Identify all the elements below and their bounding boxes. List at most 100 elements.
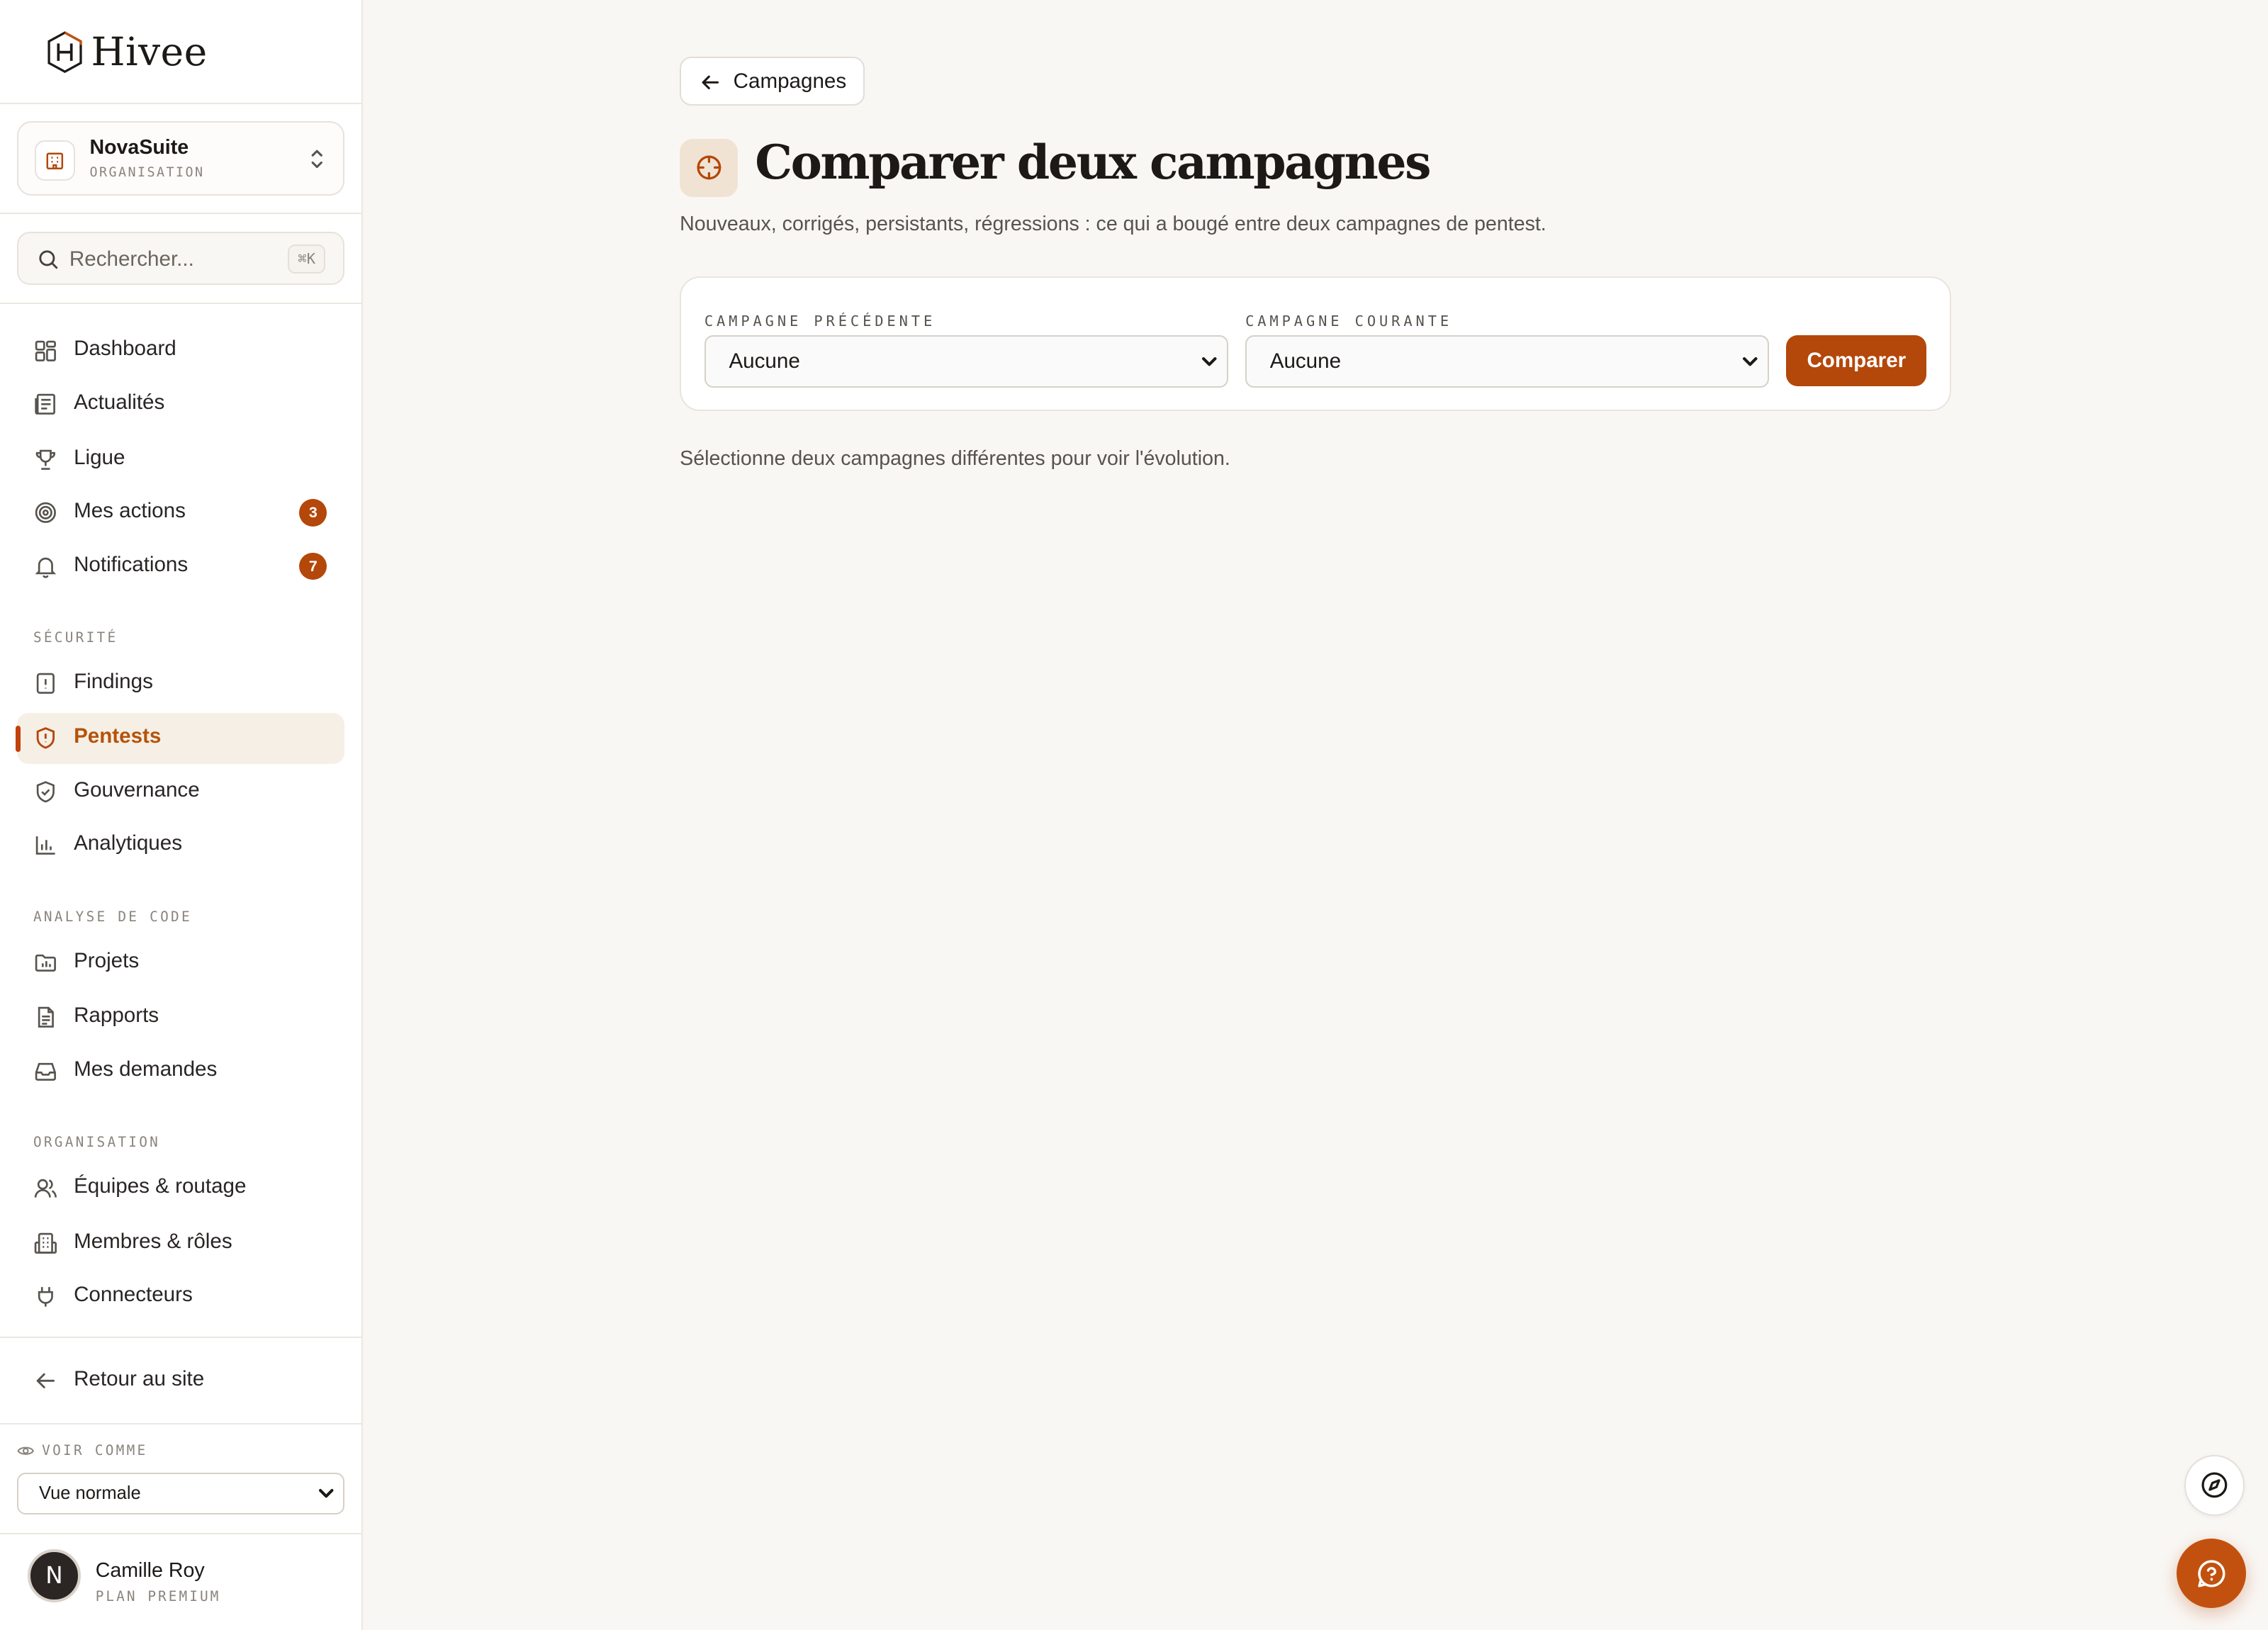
count-badge: 7 [299, 552, 327, 580]
sidebar-item-label: Rapports [74, 1004, 159, 1028]
section-label-organisation: ORGANISATION [33, 1133, 161, 1150]
folder-chart-icon [35, 954, 56, 972]
count-badge: 3 [299, 499, 327, 527]
compass-button[interactable] [2184, 1455, 2245, 1516]
current-campaign-select[interactable]: Aucune [1245, 335, 1769, 388]
newspaper-icon [35, 393, 55, 415]
shortcut-hint: ⌘K [288, 244, 326, 274]
building-icon [34, 1232, 57, 1254]
crosshair-icon [680, 138, 738, 197]
divider [0, 102, 362, 104]
users-icon [34, 1179, 57, 1198]
help-chat-button[interactable] [2177, 1539, 2247, 1609]
shield-check-icon [36, 781, 55, 803]
section-label-analyse-de-code: ANALYSE DE CODE [33, 908, 192, 925]
hexagon-h-logo-icon [47, 31, 82, 73]
sidebar-item-label: Mes actions [74, 499, 186, 523]
active-indicator [16, 726, 21, 753]
search-icon [39, 250, 58, 269]
sidebar-item-mes-actions[interactable]: Mes actions 3 [17, 488, 344, 538]
user-name: Camille Roy [95, 1558, 205, 1582]
arrow-left-icon [702, 75, 719, 89]
sidebar-item-label: Connecteurs [74, 1283, 193, 1307]
target-icon [35, 502, 56, 524]
sidebar-item-label: Findings [74, 669, 153, 693]
view-as-select[interactable]: Vue normale [17, 1472, 344, 1514]
sidebar-item-actualites[interactable]: Actualités [17, 379, 344, 429]
sidebar-item-label: Projets [74, 948, 140, 972]
plug-icon [38, 1287, 53, 1307]
compare-form-card: CAMPAGNE PRÉCÉDENTE Aucune CAMPAGNE COUR… [680, 276, 1952, 411]
shield-alert-icon [36, 727, 55, 749]
compare-button[interactable]: Comparer [1786, 335, 1927, 386]
divider [0, 1336, 362, 1338]
sidebar-item-label: Notifications [74, 552, 189, 576]
chevron-down-icon [1201, 356, 1217, 366]
sidebar-item-mes-demandes[interactable]: Mes demandes [17, 1045, 344, 1096]
avatar[interactable]: N [27, 1548, 82, 1603]
sidebar-item-connecteurs[interactable]: Connecteurs [17, 1271, 344, 1322]
brand-name: Hivee [91, 29, 208, 75]
arrow-left-icon [36, 1373, 55, 1388]
org-name: NovaSuite [89, 135, 189, 159]
sidebar-item-label: Équipes & routage [74, 1174, 247, 1198]
sidebar-item-notifications[interactable]: Notifications 7 [17, 541, 344, 591]
eye-icon [17, 1446, 35, 1455]
previous-campaign-select[interactable]: Aucune [704, 335, 1228, 388]
bell-icon [35, 557, 57, 578]
building-icon [34, 140, 76, 181]
search-placeholder: Rechercher... [69, 247, 194, 271]
sidebar: Hivee NovaSuite ORGANISATION Rechercher.… [0, 0, 364, 1630]
view-as-value: Vue normale [39, 1483, 141, 1503]
chevron-down-icon [319, 1488, 334, 1498]
divider [0, 1423, 362, 1425]
sidebar-item-rapports[interactable]: Rapports [17, 992, 344, 1042]
divider [0, 212, 362, 215]
trophy-icon [35, 449, 55, 470]
back-to-site-link[interactable]: Retour au site [17, 1355, 344, 1405]
sidebar-item-projets[interactable]: Projets [17, 937, 344, 987]
previous-campaign-label: CAMPAGNE PRÉCÉDENTE [704, 312, 936, 330]
organisation-switcher[interactable]: NovaSuite ORGANISATION [17, 121, 344, 196]
divider [0, 1533, 362, 1535]
empty-state-message: Sélectionne deux campagnes différentes p… [680, 446, 1230, 470]
sidebar-item-analytiques[interactable]: Analytiques [17, 820, 344, 870]
page-title: Comparer deux campagnes [755, 134, 1431, 190]
page-subtitle: Nouveaux, corrigés, persistants, régress… [680, 212, 1546, 235]
user-plan: PLAN PREMIUM [95, 1587, 221, 1604]
sidebar-item-equipes-routage[interactable]: Équipes & routage [17, 1163, 344, 1213]
org-type: ORGANISATION [89, 164, 205, 180]
chevron-up-down-icon [311, 150, 322, 169]
alert-file-icon [36, 673, 55, 694]
back-button-label: Campagnes [733, 69, 847, 93]
sidebar-item-label: Mes demandes [74, 1057, 218, 1081]
sidebar-item-label: Membres & rôles [74, 1229, 232, 1253]
bar-chart-icon [35, 836, 55, 855]
sidebar-item-gouvernance[interactable]: Gouvernance [17, 767, 344, 817]
sidebar-item-label: Pentests [74, 724, 162, 748]
sidebar-item-membres-roles[interactable]: Membres & rôles [17, 1218, 344, 1268]
view-as-text: VOIR COMME [42, 1442, 148, 1459]
current-campaign-value: Aucune [1269, 349, 1342, 373]
sidebar-item-dashboard[interactable]: Dashboard [17, 325, 344, 376]
sidebar-item-label: Gouvernance [74, 777, 200, 802]
sidebar-item-label: Analytiques [74, 831, 182, 855]
dashboard-icon [35, 340, 56, 361]
sidebar-item-label: Dashboard [74, 337, 176, 361]
view-as-label: VOIR COMME [17, 1442, 147, 1459]
help-chat-icon [2198, 1560, 2225, 1587]
document-icon [38, 1007, 54, 1028]
divider [0, 302, 362, 304]
compass-icon [2201, 1472, 2228, 1498]
sidebar-item-ligue[interactable]: Ligue [17, 434, 344, 484]
chevron-down-icon [1743, 356, 1758, 366]
back-to-campaigns-button[interactable]: Campagnes [680, 56, 865, 106]
sidebar-item-pentests[interactable]: Pentests [17, 713, 344, 764]
section-label-securite: SÉCURITÉ [33, 629, 118, 646]
current-campaign-label: CAMPAGNE COURANTE [1245, 312, 1453, 330]
back-to-site-label: Retour au site [74, 1366, 205, 1390]
sidebar-item-label: Ligue [74, 445, 125, 469]
search-input[interactable]: Rechercher... ⌘K [17, 231, 344, 286]
brand-logo[interactable]: Hivee [46, 29, 207, 75]
sidebar-item-findings[interactable]: Findings [17, 658, 344, 709]
